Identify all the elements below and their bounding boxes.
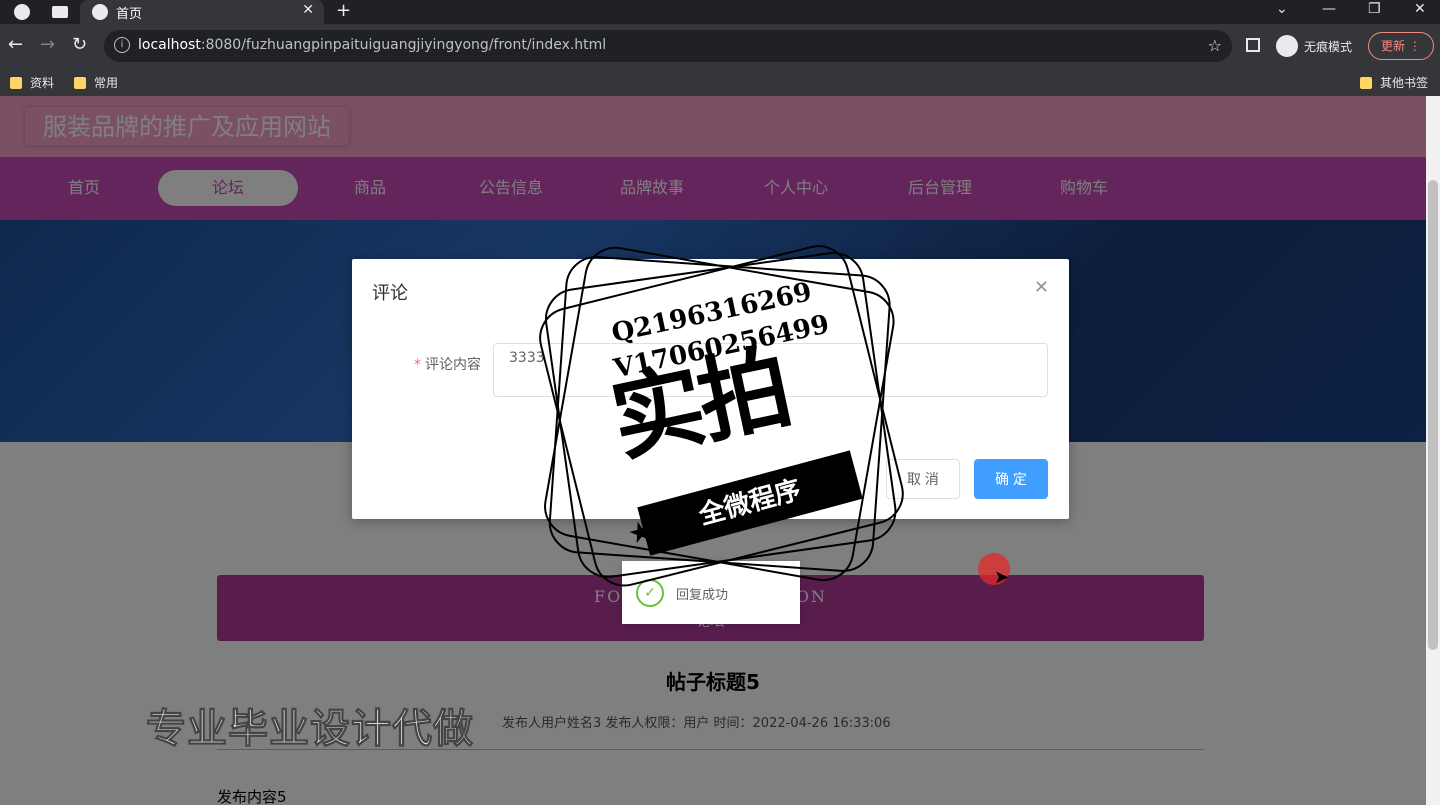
browser-toolbar: ← → ↻ i localhost:8080/fuzhuangpinpaitui… <box>0 24 1440 68</box>
window-icon[interactable] <box>52 6 68 18</box>
forward-button[interactable]: → <box>40 34 55 55</box>
chevron-down-icon[interactable]: ⌄ <box>1276 1 1288 17</box>
folder-icon <box>1360 76 1372 89</box>
globe-icon[interactable] <box>14 4 30 20</box>
new-tab-button[interactable]: + <box>336 0 351 21</box>
incognito-indicator[interactable]: 无痕模式 <box>1276 32 1352 60</box>
browser-tab-strip: 首页 ✕ + ⌄ — ❐ ✕ <box>0 0 1440 24</box>
bookmark-star-icon[interactable]: ☆ <box>1208 36 1222 55</box>
minimize-button[interactable]: — <box>1322 1 1336 17</box>
url-text[interactable]: localhost:8080/fuzhuangpinpaituiguangjiy… <box>138 37 606 53</box>
dialog-title: 评论 <box>372 283 408 304</box>
back-button[interactable]: ← <box>8 34 23 55</box>
folder-icon <box>74 76 86 89</box>
scrollbar-thumb[interactable] <box>1428 180 1438 650</box>
close-icon[interactable]: ✕ <box>302 2 314 18</box>
reload-button[interactable]: ↻ <box>72 34 87 55</box>
bookmark-folder[interactable]: 资料 <box>10 74 54 91</box>
address-bar[interactable]: i localhost:8080/fuzhuangpinpaituiguangj… <box>104 30 1232 62</box>
promo-watermark: 专业毕业设计代做 <box>146 706 474 753</box>
restore-button[interactable]: ❐ <box>1368 1 1381 17</box>
comment-field-label: * 评论内容 <box>414 357 481 373</box>
close-icon[interactable]: ✕ <box>1034 277 1049 298</box>
info-icon[interactable]: i <box>114 37 130 53</box>
mouse-cursor-icon: ➤ <box>994 567 1010 588</box>
globe-icon <box>92 4 108 20</box>
incognito-icon <box>1276 35 1298 57</box>
bookmark-folder[interactable]: 常用 <box>74 74 118 91</box>
bookmarks-bar: 资料 常用 其他书签 <box>0 68 1440 96</box>
update-button[interactable]: 更新 ⋮ <box>1368 32 1434 60</box>
side-panel-icon[interactable] <box>1246 38 1260 52</box>
confirm-button[interactable]: 确 定 <box>974 459 1048 499</box>
browser-tab-active[interactable]: 首页 ✕ <box>80 0 324 24</box>
tab-title: 首页 <box>116 7 143 22</box>
page-scrollbar[interactable] <box>1426 96 1440 805</box>
watermark-stamp: ★ ★ Q2196316269 V17060256499 实拍 全微程序 <box>520 230 920 590</box>
other-bookmarks[interactable]: 其他书签 <box>1360 74 1428 91</box>
folder-icon <box>10 76 22 89</box>
window-close-button[interactable]: ✕ <box>1414 1 1426 17</box>
